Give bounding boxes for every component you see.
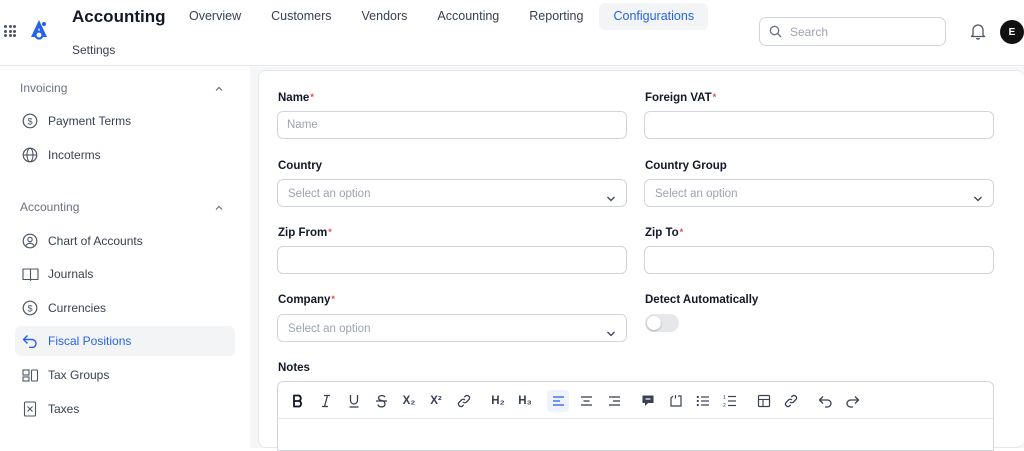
superscript-icon[interactable]: X² [425,390,447,412]
sidebar-item-payment-terms[interactable]: $ Payment Terms [15,106,235,136]
book-open-icon [21,265,39,283]
detect-automatically-toggle[interactable] [645,314,679,332]
notes-editor[interactable]: X₂ X² H₂ H₃ 12 [277,381,994,451]
clear-format-icon[interactable] [665,390,687,412]
foreign-vat-label: Foreign VAT* [645,92,717,104]
link-icon[interactable] [780,390,802,412]
svg-text:$: $ [27,117,32,127]
zip-to-label: Zip To* [645,227,684,239]
company-select[interactable]: Select an option [277,314,627,342]
subscript-icon[interactable]: X₂ [398,390,420,412]
breadcrumb-settings[interactable]: Settings [72,43,115,57]
globe-icon [21,146,39,164]
name-label: Name* [278,92,314,104]
chevron-down-icon [973,190,983,208]
group-icon [21,366,39,384]
country-select[interactable]: Select an option [277,179,627,207]
chevron-down-icon [606,190,616,208]
zip-to-input[interactable] [644,246,994,274]
notes-label: Notes [278,362,310,374]
sidebar-item-label: Tax Groups [48,368,110,382]
toggle-knob [647,316,661,330]
app-logo-icon[interactable] [28,18,50,47]
tab-accounting[interactable]: Accounting [423,3,513,30]
app-title: Accounting [72,7,166,26]
sidebar-item-journals[interactable]: Journals [15,259,235,289]
sidebar-item-currencies[interactable]: $ Currencies [15,293,235,323]
company-label: Company* [278,294,335,306]
sidebar-section-title: Accounting [20,200,80,214]
align-right-icon[interactable] [603,390,625,412]
name-input[interactable] [277,111,627,139]
bullet-list-icon[interactable] [692,390,714,412]
chevron-up-icon [214,83,224,97]
sidebar-item-fiscal-positions[interactable]: Fiscal Positions [15,326,235,356]
sidebar-item-label: Currencies [48,301,107,315]
sidebar-item-label: Taxes [48,402,80,416]
tax-document-icon [21,400,39,418]
search-icon [769,25,782,43]
svg-text:1: 1 [723,395,726,401]
chevron-up-icon [214,202,224,216]
foreign-vat-input[interactable] [644,111,994,139]
heading2-icon[interactable]: H₂ [487,390,509,412]
country-group-select[interactable]: Select an option [644,179,994,207]
editor-toolbar: X₂ X² H₂ H₃ 12 [278,382,993,419]
align-center-icon[interactable] [575,390,597,412]
sidebar-item-tax-groups[interactable]: Tax Groups [15,360,235,390]
sidebar-section-invoicing[interactable]: Invoicing [20,81,230,101]
undo-icon[interactable] [814,390,836,412]
chevron-down-icon [606,325,616,343]
svg-text:$: $ [27,304,32,314]
table-icon[interactable] [753,390,775,412]
sidebar-item-incoterms[interactable]: Incoterms [15,140,235,170]
undo-arrow-icon [21,332,39,350]
search-input[interactable] [790,23,940,41]
sidebar-item-label: Incoterms [48,148,101,162]
redo-icon[interactable] [841,390,863,412]
sidebar-section-title: Invoicing [20,81,68,95]
user-circle-icon [21,232,39,250]
country-group-label: Country Group [645,160,727,172]
country-select-placeholder: Select an option [288,188,371,200]
tab-vendors[interactable]: Vendors [348,3,422,30]
sidebar-item-chart-of-accounts[interactable]: Chart of Accounts [15,226,235,256]
sidebar-item-label: Fiscal Positions [48,334,132,348]
tab-reporting[interactable]: Reporting [515,3,597,30]
app-launcher-icon[interactable] [4,25,16,37]
sidebar: Invoicing $ Payment Terms Incoterms Acco… [0,67,250,448]
avatar[interactable]: E [1000,20,1024,44]
detect-automatically-label: Detect Automatically [645,294,759,306]
sidebar-item-taxes[interactable]: Taxes [15,394,235,424]
numbered-list-icon[interactable]: 12 [719,390,741,412]
link-icon[interactable] [453,390,475,412]
tab-overview[interactable]: Overview [175,3,255,30]
bold-icon[interactable] [287,390,309,412]
italic-icon[interactable] [315,390,337,412]
bell-icon[interactable] [970,22,986,45]
align-left-icon[interactable] [547,390,569,412]
sidebar-item-label: Payment Terms [48,114,132,128]
comment-icon[interactable] [637,390,659,412]
tab-configurations[interactable]: Configurations [599,3,709,30]
top-bar: Accounting Settings Overview Customers V… [0,0,1024,66]
underline-icon[interactable] [343,390,365,412]
zip-from-input[interactable] [277,246,627,274]
country-label: Country [278,160,323,172]
strikethrough-icon[interactable] [370,390,392,412]
search-box[interactable] [759,17,946,46]
sidebar-section-accounting[interactable]: Accounting [20,200,230,220]
heading3-icon[interactable]: H₃ [514,390,536,412]
tab-customers[interactable]: Customers [257,3,345,30]
sidebar-item-label: Chart of Accounts [48,234,143,248]
main-nav: Overview Customers Vendors Accounting Re… [175,3,710,30]
dollar-circle-icon: $ [21,299,39,317]
company-select-placeholder: Select an option [288,323,371,335]
svg-text:2: 2 [723,403,726,408]
country-group-select-placeholder: Select an option [655,188,738,200]
zip-from-label: Zip From* [278,227,332,239]
dollar-circle-icon: $ [21,112,39,130]
sidebar-item-label: Journals [48,267,94,281]
